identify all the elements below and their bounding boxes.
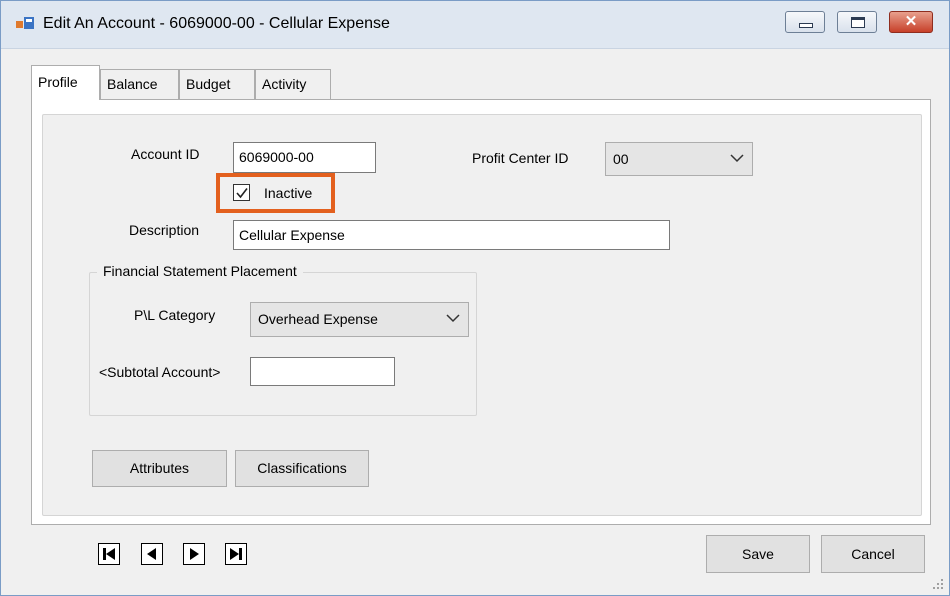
title-bar: Edit An Account - 6069000-00 - Cellular … — [1, 1, 949, 49]
classifications-button[interactable]: Classifications — [235, 450, 369, 487]
tab-budget-label: Budget — [186, 76, 231, 92]
account-id-label: Account ID — [131, 146, 200, 162]
checkmark-icon — [236, 188, 248, 199]
pl-category-value: Overhead Expense — [258, 311, 378, 327]
first-record-icon — [103, 548, 115, 560]
close-icon: ✕ — [904, 13, 918, 30]
inactive-label: Inactive — [264, 185, 313, 201]
app-icon — [16, 17, 34, 29]
pl-category-label: P\L Category — [134, 307, 216, 323]
tab-profile[interactable]: Profile — [31, 65, 100, 100]
profit-center-value: 00 — [613, 151, 629, 167]
inactive-checkbox[interactable] — [233, 184, 250, 201]
close-button[interactable]: ✕ — [889, 11, 933, 33]
chevron-down-icon — [446, 314, 460, 323]
last-record-icon — [230, 548, 242, 560]
next-record-icon — [190, 548, 199, 560]
profit-center-select[interactable]: 00 — [605, 142, 753, 176]
resize-grip-icon[interactable] — [931, 577, 945, 591]
minimize-icon — [799, 23, 813, 28]
last-record-button[interactable] — [225, 543, 247, 565]
cancel-button[interactable]: Cancel — [821, 535, 925, 573]
previous-record-button[interactable] — [141, 543, 163, 565]
description-input[interactable]: Cellular Expense — [233, 220, 670, 250]
tab-activity[interactable]: Activity — [255, 69, 331, 99]
financial-statement-group — [89, 272, 477, 416]
save-button[interactable]: Save — [706, 535, 810, 573]
tab-balance[interactable]: Balance — [100, 69, 179, 99]
subtotal-account-label: <Subtotal Account> — [99, 364, 221, 380]
first-record-button[interactable] — [98, 543, 120, 565]
next-record-button[interactable] — [183, 543, 205, 565]
minimize-button[interactable] — [785, 11, 825, 33]
attributes-button[interactable]: Attributes — [92, 450, 227, 487]
tab-budget[interactable]: Budget — [179, 69, 255, 99]
financial-statement-legend: Financial Statement Placement — [97, 263, 303, 279]
subtotal-account-input[interactable] — [250, 357, 395, 386]
pl-category-select[interactable]: Overhead Expense — [250, 302, 469, 337]
maximize-icon — [851, 17, 865, 28]
tab-profile-label: Profile — [38, 74, 78, 90]
tab-activity-label: Activity — [262, 76, 307, 92]
chevron-down-icon — [730, 154, 744, 163]
maximize-button[interactable] — [837, 11, 877, 33]
window-title: Edit An Account - 6069000-00 - Cellular … — [43, 15, 390, 32]
profit-center-label: Profit Center ID — [472, 150, 569, 166]
account-id-input[interactable]: 6069000-00 — [233, 142, 376, 173]
previous-record-icon — [147, 548, 156, 560]
edit-account-window: Edit An Account - 6069000-00 - Cellular … — [0, 0, 950, 596]
tab-balance-label: Balance — [107, 76, 158, 92]
description-label: Description — [129, 222, 200, 238]
